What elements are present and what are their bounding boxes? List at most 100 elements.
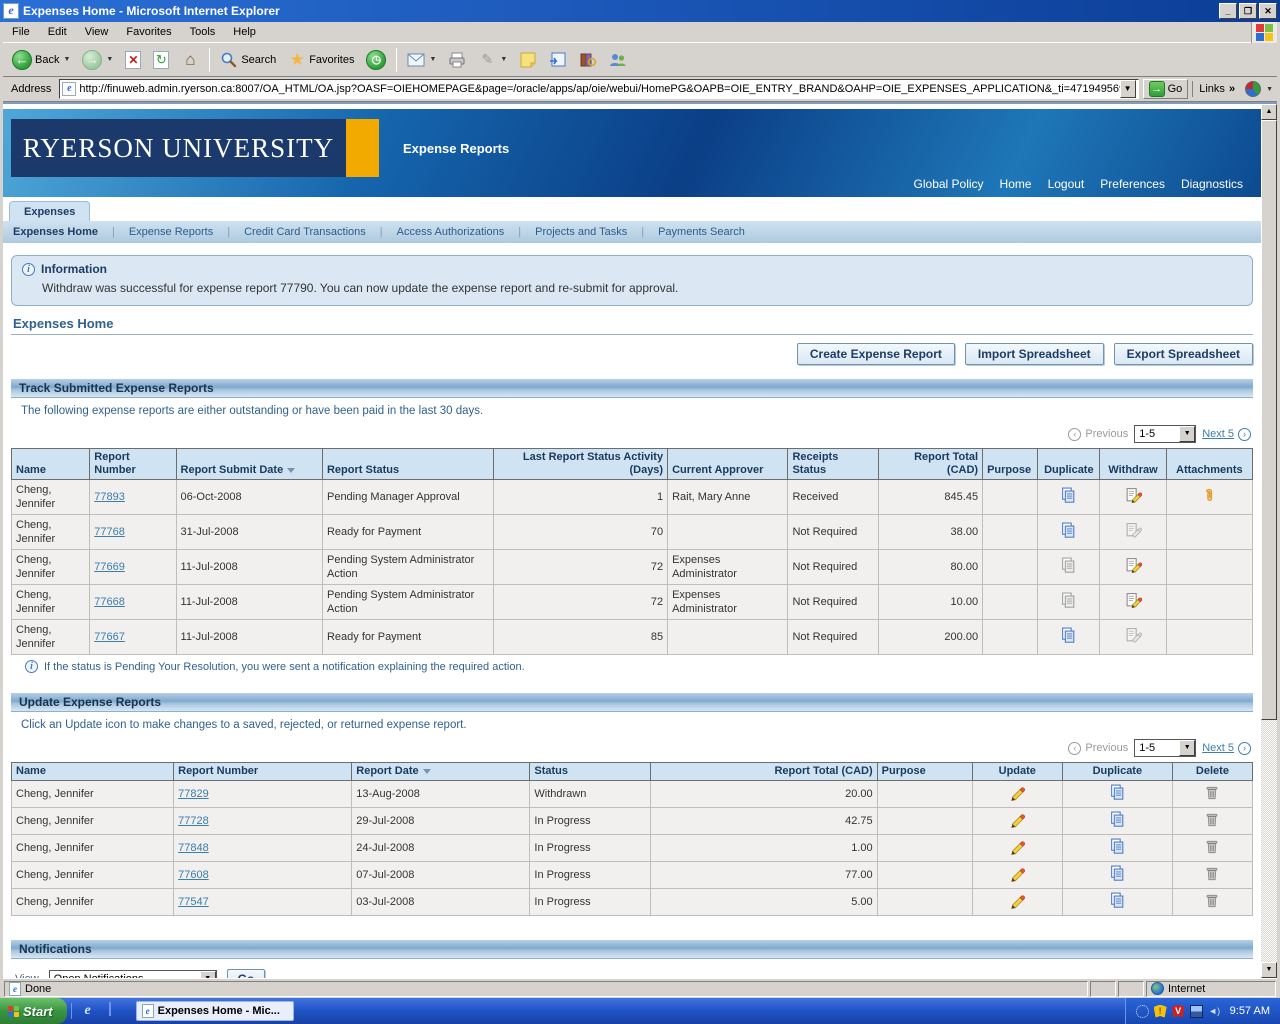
banner-link-home[interactable]: Home [1000, 177, 1032, 191]
research-button[interactable] [574, 48, 602, 72]
import-spreadsheet-button[interactable]: Import Spreadsheet [965, 343, 1104, 365]
search-button[interactable]: Search [215, 48, 281, 72]
restore-button[interactable]: ❐ [1239, 3, 1257, 19]
banner-link-preferences[interactable]: Preferences [1100, 177, 1165, 191]
next-arrow-icon[interactable]: › [1238, 742, 1251, 755]
withdraw-icon[interactable] [1125, 565, 1142, 577]
report-number-link[interactable]: 77768 [94, 526, 125, 538]
withdraw-icon[interactable] [1125, 600, 1142, 612]
tray-app-icon[interactable] [1136, 1005, 1149, 1018]
select-dropdown-icon[interactable]: ▼ [1179, 426, 1195, 442]
history-button[interactable]: ◷ [361, 47, 391, 73]
attachments-icon[interactable] [1201, 495, 1217, 507]
refresh-button[interactable]: ↻ [148, 48, 174, 72]
subnav-item-access-authorizations[interactable]: Access Authorizations [383, 226, 519, 238]
home-button[interactable]: ⌂ [176, 48, 204, 72]
mail-button[interactable]: ▼ [402, 48, 441, 72]
back-button[interactable]: ← Back ▼ [7, 47, 75, 73]
report-number-link[interactable]: 77893 [94, 491, 125, 503]
update-icon[interactable] [1009, 819, 1026, 831]
subnav-item-projects-and-tasks[interactable]: Projects and Tasks [521, 226, 641, 238]
menu-file[interactable]: File [3, 23, 39, 41]
extension-dropdown-icon[interactable]: ▼ [1266, 86, 1273, 93]
go-button[interactable]: → Go [1143, 79, 1189, 99]
task-button-expenses-home[interactable]: e Expenses Home - Mic... [136, 1001, 294, 1021]
report-number-link[interactable]: 77608 [178, 869, 209, 881]
start-button[interactable]: Start [0, 998, 67, 1024]
duplicate-icon[interactable] [1109, 819, 1126, 831]
notifications-go-button[interactable]: Go [227, 969, 266, 978]
select-dropdown-icon[interactable]: ▼ [200, 971, 216, 978]
banner-link-logout[interactable]: Logout [1048, 177, 1085, 191]
volume-icon[interactable]: ◄) [1208, 1005, 1221, 1018]
stop-button[interactable]: ✕ [120, 48, 146, 72]
vertical-scrollbar[interactable]: ▲ ▼ [1261, 104, 1277, 978]
mail-dropdown-icon[interactable]: ▼ [429, 56, 436, 63]
report-number-link[interactable]: 77669 [94, 561, 125, 573]
subnav-item-expenses-home[interactable]: Expenses Home [11, 226, 112, 238]
quick-launch-ie-icon[interactable]: e [80, 1003, 96, 1019]
duplicate-icon[interactable] [1109, 792, 1126, 804]
next-arrow-icon[interactable]: › [1238, 428, 1251, 441]
report-number-link[interactable]: 77829 [178, 788, 209, 800]
duplicate-icon[interactable] [1109, 900, 1126, 912]
links-button[interactable]: Links » [1192, 81, 1241, 97]
update-icon[interactable] [1009, 900, 1026, 912]
menu-tools[interactable]: Tools [181, 23, 225, 41]
sticky-note-button[interactable] [514, 48, 542, 72]
banner-link-diagnostics[interactable]: Diagnostics [1181, 177, 1243, 191]
select-dropdown-icon[interactable]: ▼ [1179, 740, 1195, 756]
subnav-item-payments-search[interactable]: Payments Search [644, 226, 759, 238]
menu-view[interactable]: View [76, 23, 118, 41]
network-icon[interactable] [1190, 1005, 1203, 1018]
report-number-link[interactable]: 77668 [94, 596, 125, 608]
minimize-button[interactable]: _ [1219, 3, 1237, 19]
report-number-link[interactable]: 77848 [178, 842, 209, 854]
duplicate-icon[interactable] [1109, 873, 1126, 885]
menu-help[interactable]: Help [224, 23, 265, 41]
notifications-view-select[interactable]: Open Notifications ▼ [49, 970, 217, 978]
track-next-label[interactable]: Next 5 [1202, 428, 1234, 440]
create-expense-report-button[interactable]: Create Expense Report [797, 343, 955, 365]
track-range-select[interactable]: 1-5▼ [1134, 425, 1196, 443]
report-number-link[interactable]: 77547 [178, 896, 209, 908]
column-header-report-submit-date[interactable]: Report Submit Date [176, 449, 322, 480]
forward-dropdown-icon[interactable]: ▼ [106, 56, 113, 63]
update-icon[interactable] [1009, 792, 1026, 804]
update-icon[interactable] [1009, 873, 1026, 885]
close-button[interactable]: ✕ [1259, 3, 1277, 19]
delete-icon[interactable] [1204, 873, 1220, 885]
edit-dropdown-icon[interactable]: ▼ [500, 56, 507, 63]
back-dropdown-icon[interactable]: ▼ [63, 56, 70, 63]
delete-icon[interactable] [1204, 819, 1220, 831]
banner-link-global-policy[interactable]: Global Policy [914, 177, 984, 191]
report-number-link[interactable]: 77667 [94, 631, 125, 643]
subnav-item-credit-card-transactions[interactable]: Credit Card Transactions [230, 226, 380, 238]
delete-icon[interactable] [1204, 900, 1220, 912]
edit-button[interactable]: ✎ ▼ [473, 48, 512, 72]
update-icon[interactable] [1009, 846, 1026, 858]
subnav-item-expense-reports[interactable]: Expense Reports [115, 226, 227, 238]
duplicate-icon[interactable] [1060, 530, 1077, 542]
address-field[interactable]: e ▼ [59, 79, 1138, 99]
scroll-down-icon[interactable]: ▼ [1261, 962, 1277, 978]
update-range-select[interactable]: 1-5▼ [1134, 739, 1196, 757]
scrollbar-thumb[interactable] [1261, 120, 1277, 720]
duplicate-icon[interactable] [1109, 846, 1126, 858]
forward-button[interactable]: → ▼ [77, 47, 118, 73]
security-alert-shield-icon[interactable]: ! [1154, 1005, 1167, 1018]
duplicate-icon[interactable] [1060, 635, 1077, 647]
menu-favorites[interactable]: Favorites [117, 23, 180, 41]
delete-icon[interactable] [1204, 846, 1220, 858]
delete-icon[interactable] [1204, 792, 1220, 804]
antivirus-shield-icon[interactable]: V [1172, 1005, 1185, 1018]
report-number-link[interactable]: 77728 [178, 815, 209, 827]
withdraw-icon[interactable] [1125, 495, 1142, 507]
favorites-button[interactable]: ★ Favorites [283, 48, 359, 72]
address-dropdown-icon[interactable]: ▼ [1120, 80, 1136, 98]
update-next-label[interactable]: Next 5 [1202, 742, 1234, 754]
duplicate-icon[interactable] [1060, 495, 1077, 507]
address-input[interactable] [79, 83, 1119, 95]
messenger-button[interactable] [604, 48, 632, 72]
export-spreadsheet-button[interactable]: Export Spreadsheet [1114, 343, 1253, 365]
